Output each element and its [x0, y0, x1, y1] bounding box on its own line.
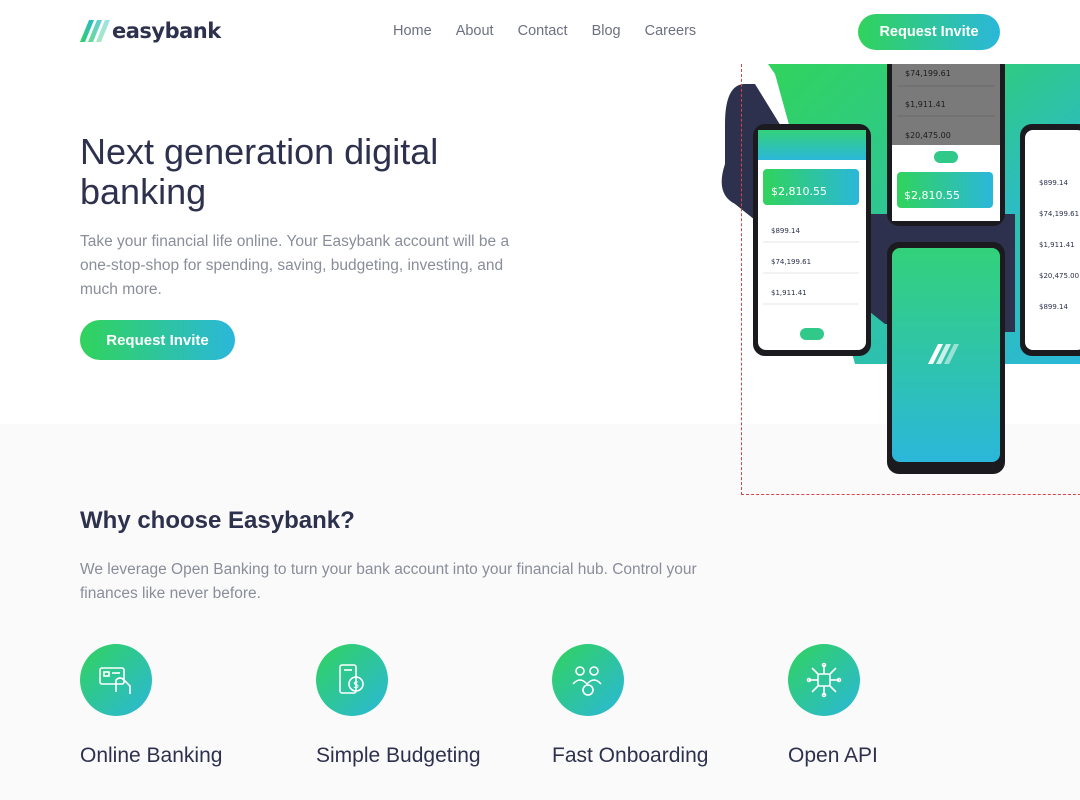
- nav-careers[interactable]: Careers: [645, 23, 697, 39]
- nav-contact[interactable]: Contact: [518, 23, 568, 39]
- nav-blog[interactable]: Blog: [592, 23, 621, 39]
- svg-text:$: $: [353, 680, 359, 691]
- logo[interactable]: easybank: [80, 19, 221, 43]
- svg-text:$1,911.41: $1,911.41: [1039, 241, 1075, 249]
- budgeting-icon: $: [316, 644, 388, 716]
- svg-text:$899.14: $899.14: [1039, 303, 1068, 311]
- phone-bottom: [887, 242, 1005, 474]
- feature-fast-onboarding: Fast Onboarding: [552, 644, 772, 767]
- svg-text:$2,810.55: $2,810.55: [904, 189, 960, 202]
- site-header: easybank Home About Contact Blog Careers…: [0, 0, 1080, 64]
- svg-text:$899.14: $899.14: [771, 227, 800, 235]
- api-icon: [788, 644, 860, 716]
- feature-title: Fast Onboarding: [552, 744, 709, 767]
- feature-title: Simple Budgeting: [316, 744, 481, 767]
- logo-text: easybank: [112, 19, 221, 43]
- hero-phones-illustration: $74,199.61 $1,911.41 $20,475.00 $2,810.5…: [721, 64, 1080, 474]
- why-title: Why choose Easybank?: [80, 507, 355, 534]
- feature-open-api: Open API: [788, 644, 1008, 767]
- main-nav: Home About Contact Blog Careers: [393, 23, 696, 39]
- hero-description: Take your financial life online. Your Ea…: [80, 233, 510, 298]
- svg-text:$74,199.61: $74,199.61: [771, 258, 811, 266]
- why-description: We leverage Open Banking to turn your ba…: [80, 561, 697, 602]
- feature-simple-budgeting: $ Simple Budgeting: [316, 644, 536, 767]
- feature-online-banking: Online Banking: [80, 644, 300, 767]
- header-request-invite-button[interactable]: Request Invite: [858, 14, 1000, 50]
- svg-text:$74,199.61: $74,199.61: [905, 69, 951, 78]
- svg-text:$74,199.61: $74,199.61: [1039, 210, 1079, 218]
- onboarding-icon: [552, 644, 624, 716]
- svg-text:$899.14: $899.14: [1039, 179, 1068, 187]
- hero-request-invite-button[interactable]: Request Invite: [80, 320, 235, 360]
- svg-text:$2,810.55: $2,810.55: [771, 185, 827, 198]
- phone-top: $74,199.61 $1,911.41 $20,475.00 $2,810.5…: [887, 64, 1005, 226]
- phone-right: $899.14 $74,199.61 $1,911.41 $20,475.00 …: [1020, 124, 1080, 356]
- phone-left: $2,810.55 $899.14 $74,199.61 $1,911.41: [753, 124, 871, 356]
- feature-title: Online Banking: [80, 744, 223, 767]
- svg-text:$1,911.41: $1,911.41: [905, 100, 946, 109]
- online-banking-icon: [80, 644, 152, 716]
- logo-icon: [80, 20, 110, 42]
- svg-text:$20,475.00: $20,475.00: [905, 131, 951, 140]
- hero-title: Next generation digital banking: [80, 131, 439, 212]
- svg-text:$1,911.41: $1,911.41: [771, 289, 807, 297]
- nav-home[interactable]: Home: [393, 23, 432, 39]
- svg-text:$20,475.00: $20,475.00: [1039, 272, 1079, 280]
- nav-about[interactable]: About: [456, 23, 494, 39]
- feature-title: Open API: [788, 744, 878, 767]
